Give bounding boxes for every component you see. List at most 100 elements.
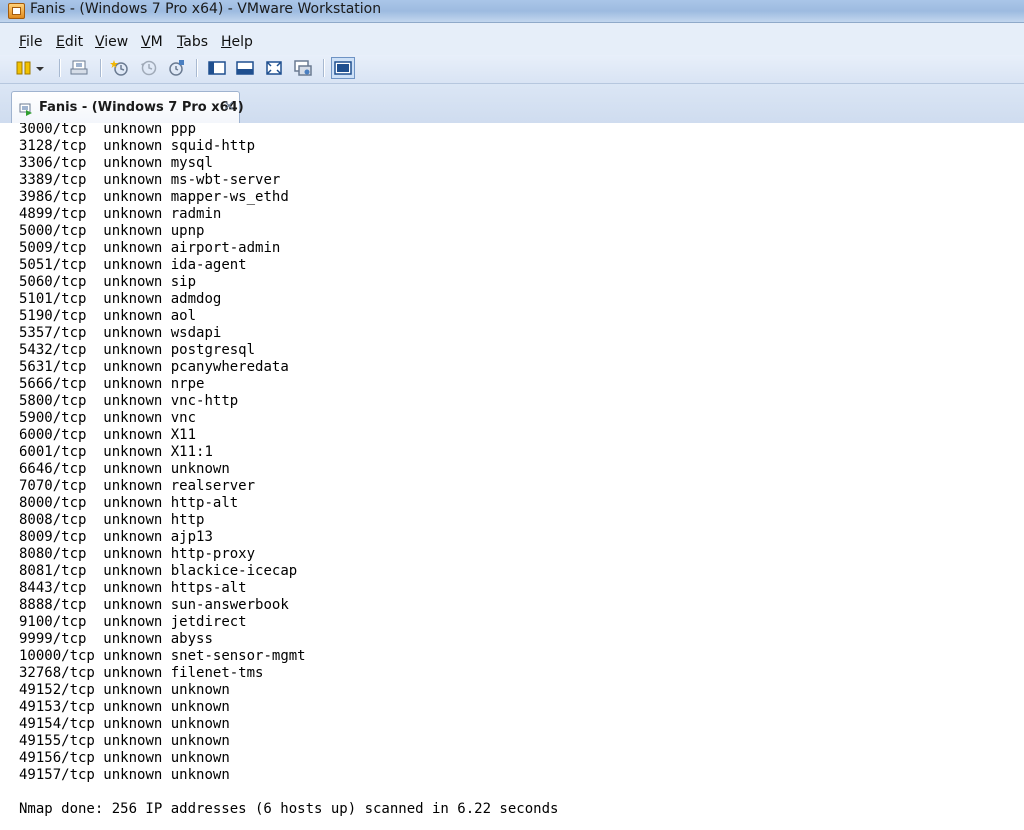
- column-gap: [86, 172, 103, 188]
- state-column: unknown: [103, 325, 163, 341]
- port-column: 9100/tcp: [19, 614, 87, 630]
- service-column: mysql: [170, 155, 213, 171]
- column-gap: [162, 614, 170, 630]
- vmware-window: Fanis - (Windows 7 Pro x64) - VMware Wor…: [0, 0, 1024, 830]
- service-column: admdog: [170, 291, 222, 307]
- state-column: unknown: [103, 123, 163, 137]
- column-gap: [86, 410, 103, 426]
- menu-file[interactable]: File: [19, 34, 42, 50]
- nmap-summary: Nmap done: 256 IP addresses (6 hosts up)…: [19, 801, 559, 817]
- service-column: nrpe: [170, 376, 205, 392]
- state-column: unknown: [103, 206, 163, 222]
- service-column: aol: [170, 308, 197, 324]
- service-column: pcanywheredata: [170, 359, 289, 375]
- snapshot-manager-icon[interactable]: [166, 58, 186, 78]
- service-column: realserver: [170, 478, 256, 494]
- service-column: unknown: [170, 461, 230, 477]
- service-column: snet-sensor-mgmt: [170, 648, 306, 664]
- menu-vm[interactable]: VM: [141, 34, 163, 50]
- port-column: 3986/tcp: [19, 189, 87, 205]
- port-column: 49153/tcp: [19, 699, 95, 715]
- take-snapshot-icon[interactable]: [110, 58, 130, 78]
- state-column: unknown: [103, 240, 163, 256]
- port-column: 6000/tcp: [19, 427, 87, 443]
- column-gap: [86, 240, 103, 256]
- view-sidebar-icon[interactable]: [207, 58, 227, 78]
- console-line: 5009/tcp unknown airport-admin: [19, 240, 306, 257]
- port-column: 5357/tcp: [19, 325, 87, 341]
- column-gap: [162, 155, 170, 171]
- console-view-active-icon[interactable]: [331, 57, 355, 79]
- column-gap: [162, 240, 170, 256]
- menu-view[interactable]: View: [95, 34, 128, 50]
- close-icon[interactable]: ×: [222, 98, 236, 114]
- console-line: 49157/tcp unknown unknown: [19, 767, 306, 784]
- menu-help[interactable]: Help: [221, 34, 253, 50]
- vm-console-screen[interactable]: 3000/tcp unknown ppp 3128/tcp unknown squ…: [0, 123, 1024, 830]
- vmware-app-icon[interactable]: [8, 3, 25, 19]
- state-column: unknown: [103, 427, 163, 443]
- tab-vm-fanis[interactable]: Fanis - (Windows 7 Pro x64) ×: [11, 91, 244, 123]
- service-column: sun-answerbook: [170, 597, 289, 613]
- menu-edit[interactable]: Edit: [56, 34, 83, 50]
- console-line: 3128/tcp unknown squid-http: [19, 138, 306, 155]
- console-line: 5800/tcp unknown vnc-http: [19, 393, 306, 410]
- service-column: sip: [170, 274, 197, 290]
- column-gap: [162, 325, 170, 341]
- console-line: 5900/tcp unknown vnc: [19, 410, 306, 427]
- console-line: 5000/tcp unknown upnp: [19, 223, 306, 240]
- menu-file-label: ile: [26, 34, 43, 50]
- state-column: unknown: [103, 189, 163, 205]
- column-gap: [86, 189, 103, 205]
- port-column: 10000/tcp: [19, 648, 95, 664]
- toolbar-separator: [196, 59, 198, 77]
- column-gap: [86, 325, 103, 341]
- view-console-icon[interactable]: [235, 58, 255, 78]
- title-bar[interactable]: Fanis - (Windows 7 Pro x64) - VMware Wor…: [0, 0, 1024, 23]
- column-gap: [162, 546, 170, 562]
- column-gap: [162, 750, 170, 766]
- column-gap: [162, 257, 170, 273]
- menu-view-accel: V: [95, 34, 105, 50]
- port-column: 5432/tcp: [19, 342, 87, 358]
- column-gap: [86, 123, 103, 137]
- state-column: unknown: [103, 665, 163, 681]
- state-column: unknown: [103, 223, 163, 239]
- column-gap: [86, 580, 103, 596]
- service-column: ida-agent: [170, 257, 247, 273]
- unity-icon[interactable]: [293, 58, 313, 78]
- state-column: unknown: [103, 274, 163, 290]
- console-line: 10000/tcp unknown snet-sensor-mgmt: [19, 648, 306, 665]
- power-pause-icon[interactable]: [14, 58, 34, 78]
- service-column: http-alt: [170, 495, 239, 511]
- console-line: 6001/tcp unknown X11:1: [19, 444, 306, 461]
- console-line: 3000/tcp unknown ppp: [19, 123, 306, 138]
- nmap-output: 3000/tcp unknown ppp 3128/tcp unknown squ…: [19, 123, 306, 784]
- column-gap: [86, 461, 103, 477]
- service-column: jetdirect: [170, 614, 247, 630]
- column-gap: [86, 376, 103, 392]
- send-ctrl-alt-del-icon[interactable]: [69, 58, 89, 78]
- state-column: unknown: [103, 257, 163, 273]
- column-gap: [86, 597, 103, 613]
- revert-snapshot-icon[interactable]: [139, 58, 159, 78]
- state-column: unknown: [103, 359, 163, 375]
- menu-view-label: iew: [104, 34, 129, 50]
- service-column: X11:1: [170, 444, 213, 460]
- full-screen-icon[interactable]: [264, 58, 284, 78]
- menu-tabs[interactable]: Tabs: [177, 34, 208, 50]
- console-line: 49152/tcp unknown unknown: [19, 682, 306, 699]
- menu-edit-accel: E: [56, 34, 65, 50]
- state-column: unknown: [103, 138, 163, 154]
- console-line: 8009/tcp unknown ajp13: [19, 529, 306, 546]
- dropdown-arrow-icon[interactable]: [33, 58, 47, 78]
- column-gap: [162, 189, 170, 205]
- column-gap: [86, 495, 103, 511]
- port-column: 3000/tcp: [19, 123, 87, 137]
- column-gap: [86, 614, 103, 630]
- port-column: 8443/tcp: [19, 580, 87, 596]
- tab-label: Fanis - (Windows 7 Pro x64): [39, 100, 244, 115]
- console-line: 8080/tcp unknown http-proxy: [19, 546, 306, 563]
- console-line: 9999/tcp unknown abyss: [19, 631, 306, 648]
- column-gap: [86, 257, 103, 273]
